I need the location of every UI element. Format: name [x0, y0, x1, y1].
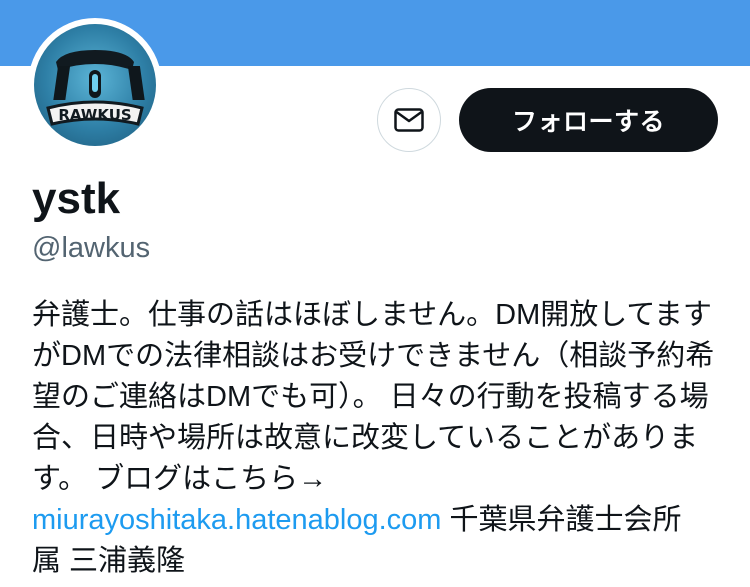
bio-line: す。 ブログはこちら→ [32, 463, 328, 495]
profile-page: RAWKUS フォローする ystk @lawkus 弁護士。仕事の話はほぼしま… [0, 0, 750, 587]
profile-bio: 弁護士。仕事の話はほぼしません。DM開放してます がDMでの法律相談はお受けでき… [32, 295, 722, 582]
bio-line: 属 三浦義隆 [32, 545, 186, 577]
bio-line: がDMでの法律相談はお受けできません（相談予約希 [32, 340, 715, 372]
bio-text: 千葉県弁護士会所 [441, 504, 682, 536]
avatar-logo-text: RAWKUS [58, 106, 131, 124]
bio-line: 弁護士。仕事の話はほぼしません。DM開放してます [32, 299, 712, 331]
bio-line: 合、日時や場所は故意に改変していることがありま [32, 422, 699, 454]
avatar[interactable]: RAWKUS [28, 18, 162, 152]
avatar-image: RAWKUS [34, 24, 156, 146]
rawkus-logo-icon: RAWKUS [46, 50, 145, 126]
display-name: ystk [32, 174, 121, 223]
follow-button[interactable]: フォローする [459, 88, 718, 152]
envelope-icon [394, 108, 424, 132]
bio-line: miurayoshitaka.hatenablog.com 千葉県弁護士会所 [32, 500, 722, 541]
message-button[interactable] [377, 88, 441, 152]
user-handle: @lawkus [32, 232, 151, 264]
bio-line: 望のご連絡はDMでも可）。 日々の行動を投稿する場 [32, 381, 709, 413]
blog-link[interactable]: miurayoshitaka.hatenablog.com [32, 504, 441, 536]
